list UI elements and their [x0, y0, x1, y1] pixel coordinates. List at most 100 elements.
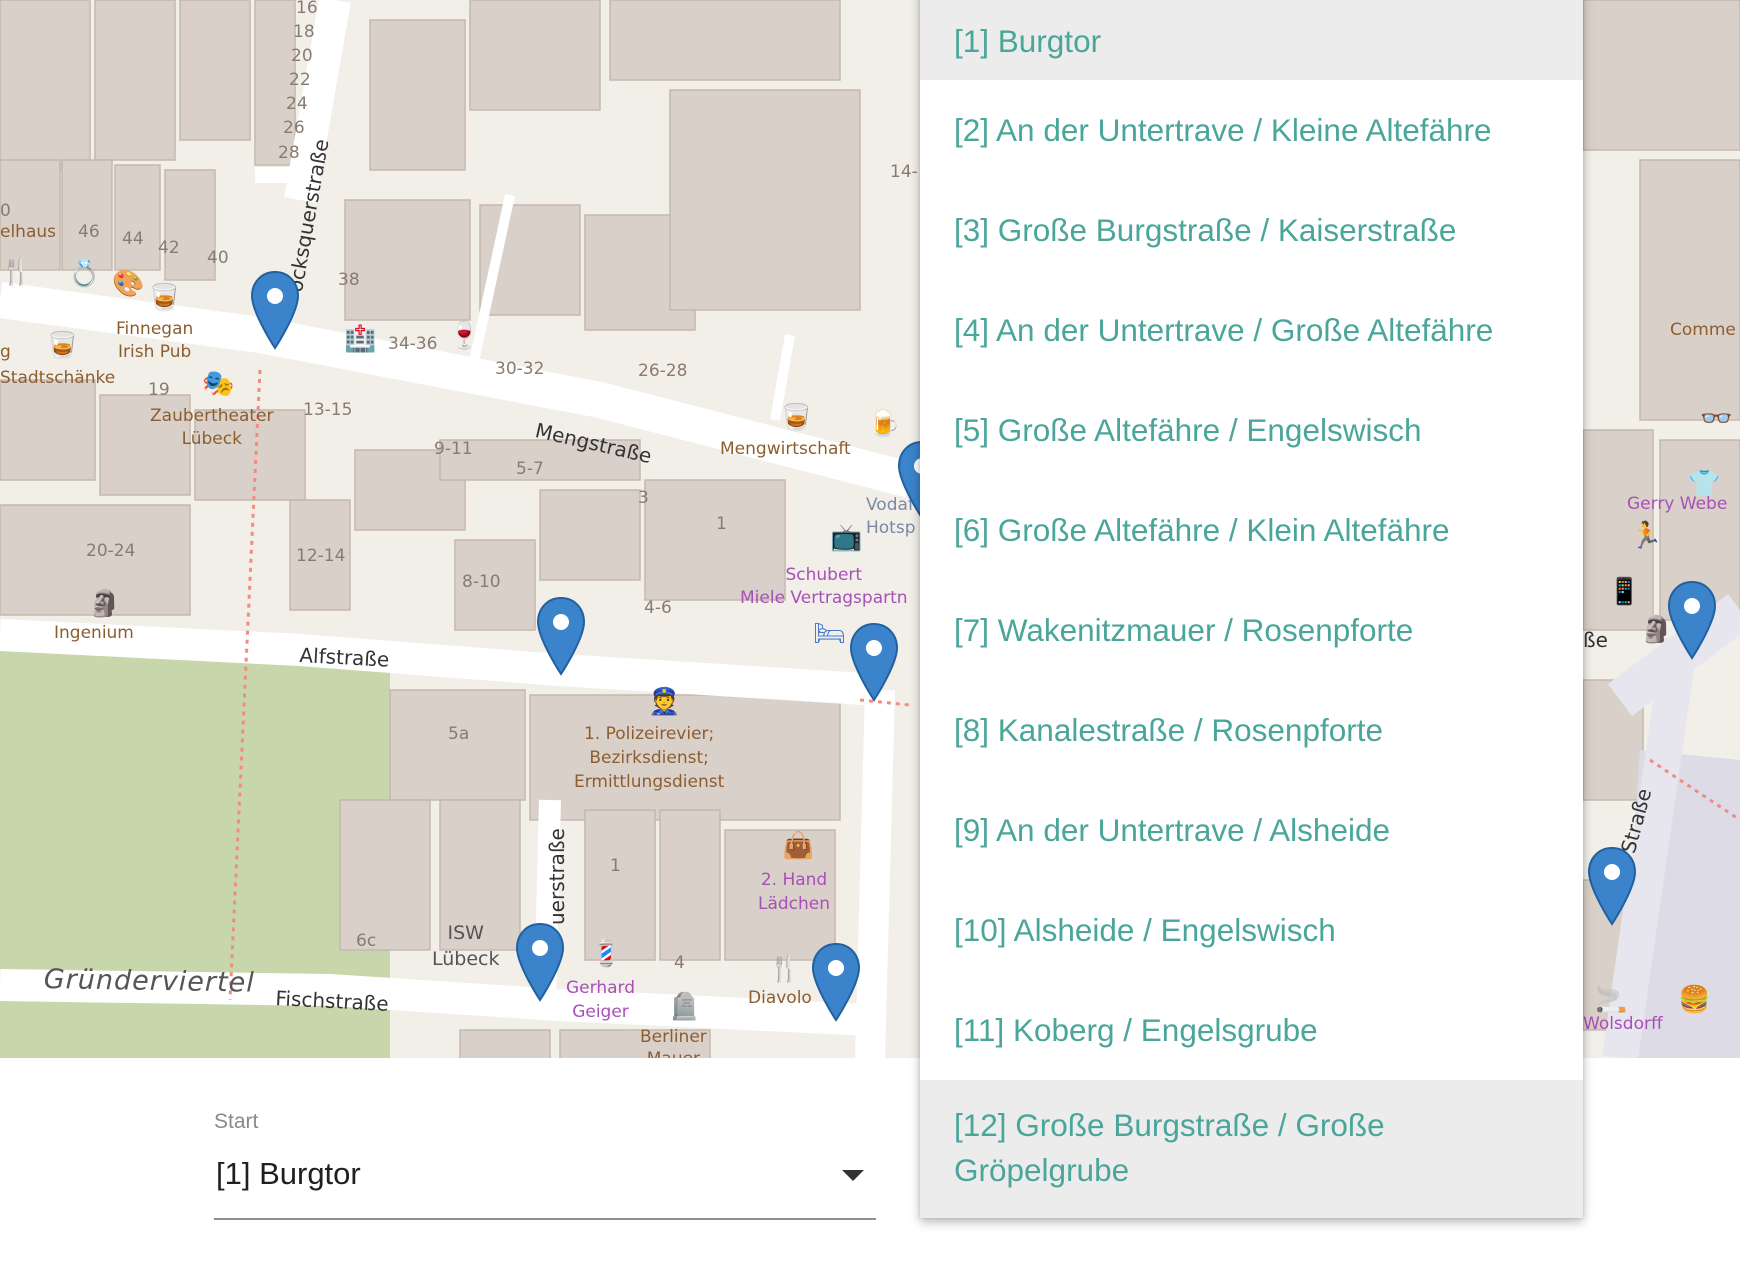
poi-label-schubert: Schubert Miele Vertragspartn — [740, 565, 908, 608]
poi-label: g — [0, 342, 11, 362]
jewelry-icon: 💍 — [68, 258, 101, 288]
house-number: 5-7 — [516, 459, 544, 479]
dropdown-option-3[interactable]: [3] Große Burgstraße / Kaiserstraße — [920, 180, 1583, 280]
house-number: 6c — [356, 931, 377, 951]
house-number: 34-36 — [388, 334, 438, 354]
poi-label-mengwirtschaft: Mengwirtschaft — [720, 439, 851, 459]
bar-icon: 🥃 — [780, 402, 813, 432]
poi-label-gerry: Gerry Webe — [1627, 494, 1728, 514]
hairdresser-icon: 💈 — [590, 938, 623, 968]
second-hand-icon: 👜 — [782, 830, 815, 860]
house-number: 20 — [291, 46, 313, 66]
poi-label-zaubertheater: Zaubertheater Lübeck — [150, 406, 274, 449]
poi-label-hand: 2. Hand Lädchen — [758, 870, 831, 914]
house-number: 42 — [158, 238, 180, 258]
monument-icon: 🗿 — [88, 588, 121, 618]
house-number: 20-24 — [86, 541, 136, 561]
house-number: 38 — [338, 270, 360, 290]
restaurant-icon: 🍴 — [768, 953, 801, 983]
dropdown-option-8[interactable]: [8] Kanalestraße / Rosenpforte — [920, 680, 1583, 780]
house-number: 18 — [293, 22, 315, 42]
pharmacy-icon: 🏥 — [344, 323, 377, 353]
pub-icon: 🍺 — [868, 408, 901, 438]
house-number: 4 — [674, 953, 685, 973]
bar-icon: 🥃 — [46, 330, 79, 360]
poi-label-ingenium: Ingenium — [54, 623, 134, 643]
house-number: 40 — [207, 248, 229, 268]
house-number: 46 — [78, 222, 100, 242]
house-number: 24 — [286, 94, 308, 114]
tobacco-icon: 🚬 — [1595, 984, 1628, 1014]
map-marker[interactable] — [848, 622, 900, 702]
house-number: 8-10 — [462, 572, 501, 592]
start-select-value: [1] Burgtor — [216, 1156, 361, 1191]
house-number: 28 — [278, 143, 300, 163]
house-number: 19 — [148, 380, 170, 400]
dropdown-option-10[interactable]: [10] Alsheide / Engelswisch — [920, 880, 1583, 980]
house-number: 1 — [610, 856, 621, 876]
poi-label-gerhard: Gerhard Geiger — [566, 978, 635, 1022]
start-select[interactable]: [1] Burgtor — [214, 1140, 876, 1220]
map-marker[interactable] — [249, 270, 301, 350]
district-label: Gründerviertel — [43, 964, 256, 999]
poi-label-polizei: 1. Polizeirevier; Bezirksdienst; Ermittl… — [574, 724, 725, 792]
house-number: 44 — [122, 229, 144, 249]
house-number: 26 — [283, 118, 305, 138]
police-icon: 👮 — [648, 686, 681, 716]
optician-icon: 👓 — [1700, 403, 1733, 433]
house-number: 26-28 — [638, 361, 688, 381]
dropdown-option-2[interactable]: [2] An der Untertrave / Kleine Altefähre — [920, 80, 1583, 180]
house-number: 13-15 — [303, 400, 353, 420]
memorial-icon: 🪦 — [668, 991, 701, 1021]
phone-shop-icon: 📱 — [1608, 576, 1641, 606]
clothes-icon: 👕 — [1688, 468, 1721, 498]
dropdown-option-1[interactable]: [1] Burgtor — [920, 0, 1583, 80]
house-number: 3 — [638, 488, 649, 508]
bar-icon: 🥃 — [148, 282, 181, 312]
street-label-fischstrasse: Fischstraße — [274, 986, 390, 1016]
dropdown-option-6[interactable]: [6] Große Altefähre / Klein Altefähre — [920, 480, 1583, 580]
poi-label-finnegan: Finnegan Irish Pub — [116, 319, 194, 362]
hotel-icon: 🛏 — [813, 618, 847, 648]
poi-label-stadtschanke: Stadtschänke — [0, 368, 116, 388]
start-dropdown-menu[interactable]: [1] Burgtor [2] An der Untertrave / Klei… — [920, 0, 1583, 1218]
poi-label-berliner: Berliner Mauer — [640, 1027, 707, 1058]
house-number: 4-6 — [644, 598, 672, 618]
house-number: 12-14 — [296, 546, 346, 566]
dropdown-option-7[interactable]: [7] Wakenitzmauer / Rosenpforte — [920, 580, 1583, 680]
restaurant-icon: 🍴 — [0, 256, 33, 286]
alcohol-shop-icon: 🍷 — [448, 320, 481, 350]
house-number: 30-32 — [495, 359, 545, 379]
map-marker[interactable] — [1666, 580, 1718, 660]
dropdown-arrow-icon[interactable] — [842, 1170, 864, 1181]
electronics-icon: 📺 — [830, 522, 863, 552]
poi-label-comme: Comme — [1670, 320, 1736, 340]
dropdown-option-12[interactable]: [12] Große Burgstraße / Große Gröpelgrub… — [920, 1080, 1583, 1218]
house-number: 5a — [448, 724, 470, 744]
house-number: 14- — [890, 162, 918, 182]
poi-label: elhaus — [0, 222, 57, 242]
poi-label-wolsdorff: Wolsdorff — [1583, 1014, 1663, 1034]
dropdown-option-5[interactable]: [5] Große Altefähre / Engelswisch — [920, 380, 1583, 480]
fast-food-icon: 🍔 — [1678, 984, 1711, 1014]
map-marker[interactable] — [1586, 846, 1638, 926]
map-marker[interactable] — [810, 942, 862, 1022]
house-number: 0 — [0, 201, 11, 221]
sports-icon: 🏃 — [1630, 520, 1663, 550]
house-number: 16 — [296, 0, 318, 18]
map-marker[interactable] — [535, 596, 587, 676]
start-label: Start — [214, 1110, 259, 1133]
dropdown-option-9[interactable]: [9] An der Untertrave / Alsheide — [920, 780, 1583, 880]
street-label-be-right: ße — [1583, 628, 1608, 652]
poi-label-isw: ISW Lübeck — [432, 922, 500, 970]
theatre-icon: 🎭 — [202, 368, 235, 398]
map-marker[interactable] — [514, 922, 566, 1002]
street-label-alfstrasse: Alfstraße — [298, 643, 390, 672]
dropdown-option-4[interactable]: [4] An der Untertrave / Große Altefähre — [920, 280, 1583, 380]
art-icon: 🎨 — [112, 268, 145, 298]
street-label-querstrasse-lower: uerstraße — [545, 828, 569, 925]
dropdown-option-11[interactable]: [11] Koberg / Engelsgrube — [920, 980, 1583, 1080]
house-number: 9-11 — [434, 439, 473, 459]
house-number: 1 — [716, 514, 727, 534]
poi-label-diavolo: Diavolo — [748, 988, 812, 1008]
